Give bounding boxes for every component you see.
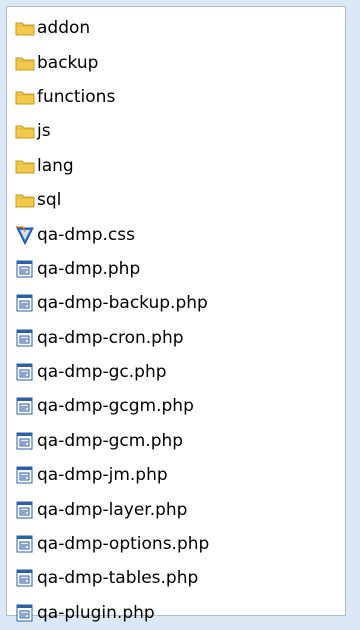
- php-file-icon: [15, 568, 35, 588]
- php-file-icon: [15, 500, 35, 520]
- list-item-folder[interactable]: js: [15, 114, 209, 148]
- item-label: qa-dmp-jm.php: [37, 465, 168, 486]
- item-label: qa-dmp-gcm.php: [37, 430, 184, 451]
- list-item-file[interactable]: qa-dmp-gc.php: [15, 355, 209, 389]
- php-file-icon: [15, 465, 35, 485]
- list-item-file[interactable]: qa-dmp-layer.php: [15, 492, 209, 526]
- php-file-icon: [15, 396, 35, 416]
- folder-icon: [15, 190, 35, 210]
- list-item-file[interactable]: qa-dmp.css: [15, 217, 209, 251]
- php-file-icon: [15, 362, 35, 382]
- item-label: qa-dmp-layer.php: [37, 499, 188, 520]
- item-label: lang: [37, 155, 74, 176]
- php-file-icon: [15, 534, 35, 554]
- list-item-file[interactable]: qa-dmp-jm.php: [15, 458, 209, 492]
- item-label: addon: [37, 18, 91, 39]
- item-label: qa-plugin.php: [37, 602, 155, 623]
- item-label: backup: [37, 52, 99, 73]
- php-file-icon: [15, 293, 35, 313]
- list-item-file[interactable]: qa-dmp-gcgm.php: [15, 389, 209, 423]
- php-file-icon: [15, 431, 35, 451]
- list-item-file[interactable]: qa-dmp-cron.php: [15, 321, 209, 355]
- folder-icon: [15, 156, 35, 176]
- item-label: qa-dmp-gcgm.php: [37, 396, 194, 417]
- file-list-pane: addon backup functions js lang sql qa-dm…: [6, 6, 346, 623]
- item-label: qa-dmp-gc.php: [37, 362, 167, 383]
- folder-icon: [15, 53, 35, 73]
- item-label: qa-dmp-backup.php: [37, 293, 208, 314]
- list-item-file[interactable]: qa-dmp-tables.php: [15, 561, 209, 595]
- item-label: qa-dmp-cron.php: [37, 327, 184, 348]
- folder-icon: [15, 87, 35, 107]
- list-item-folder[interactable]: lang: [15, 149, 209, 183]
- css-file-icon: [15, 225, 35, 245]
- list-item-file[interactable]: qa-plugin.php: [15, 596, 209, 630]
- list-item-file[interactable]: qa-dmp-options.php: [15, 527, 209, 561]
- list-item-file[interactable]: qa-dmp.php: [15, 252, 209, 286]
- list-item-folder[interactable]: sql: [15, 183, 209, 217]
- item-label: qa-dmp-tables.php: [37, 568, 199, 589]
- item-label: js: [37, 121, 51, 142]
- item-label: qa-dmp.css: [37, 224, 135, 245]
- file-list: addon backup functions js lang sql qa-dm…: [15, 11, 209, 630]
- php-file-icon: [15, 259, 35, 279]
- folder-icon: [15, 18, 35, 38]
- php-file-icon: [15, 603, 35, 623]
- php-file-icon: [15, 328, 35, 348]
- list-item-folder[interactable]: addon: [15, 11, 209, 45]
- list-item-file[interactable]: qa-dmp-backup.php: [15, 286, 209, 320]
- folder-icon: [15, 121, 35, 141]
- list-item-file[interactable]: qa-dmp-gcm.php: [15, 424, 209, 458]
- item-label: sql: [37, 190, 62, 211]
- list-item-folder[interactable]: functions: [15, 80, 209, 114]
- item-label: qa-dmp-options.php: [37, 534, 210, 555]
- item-label: qa-dmp.php: [37, 258, 141, 279]
- list-item-folder[interactable]: backup: [15, 45, 209, 79]
- item-label: functions: [37, 86, 116, 107]
